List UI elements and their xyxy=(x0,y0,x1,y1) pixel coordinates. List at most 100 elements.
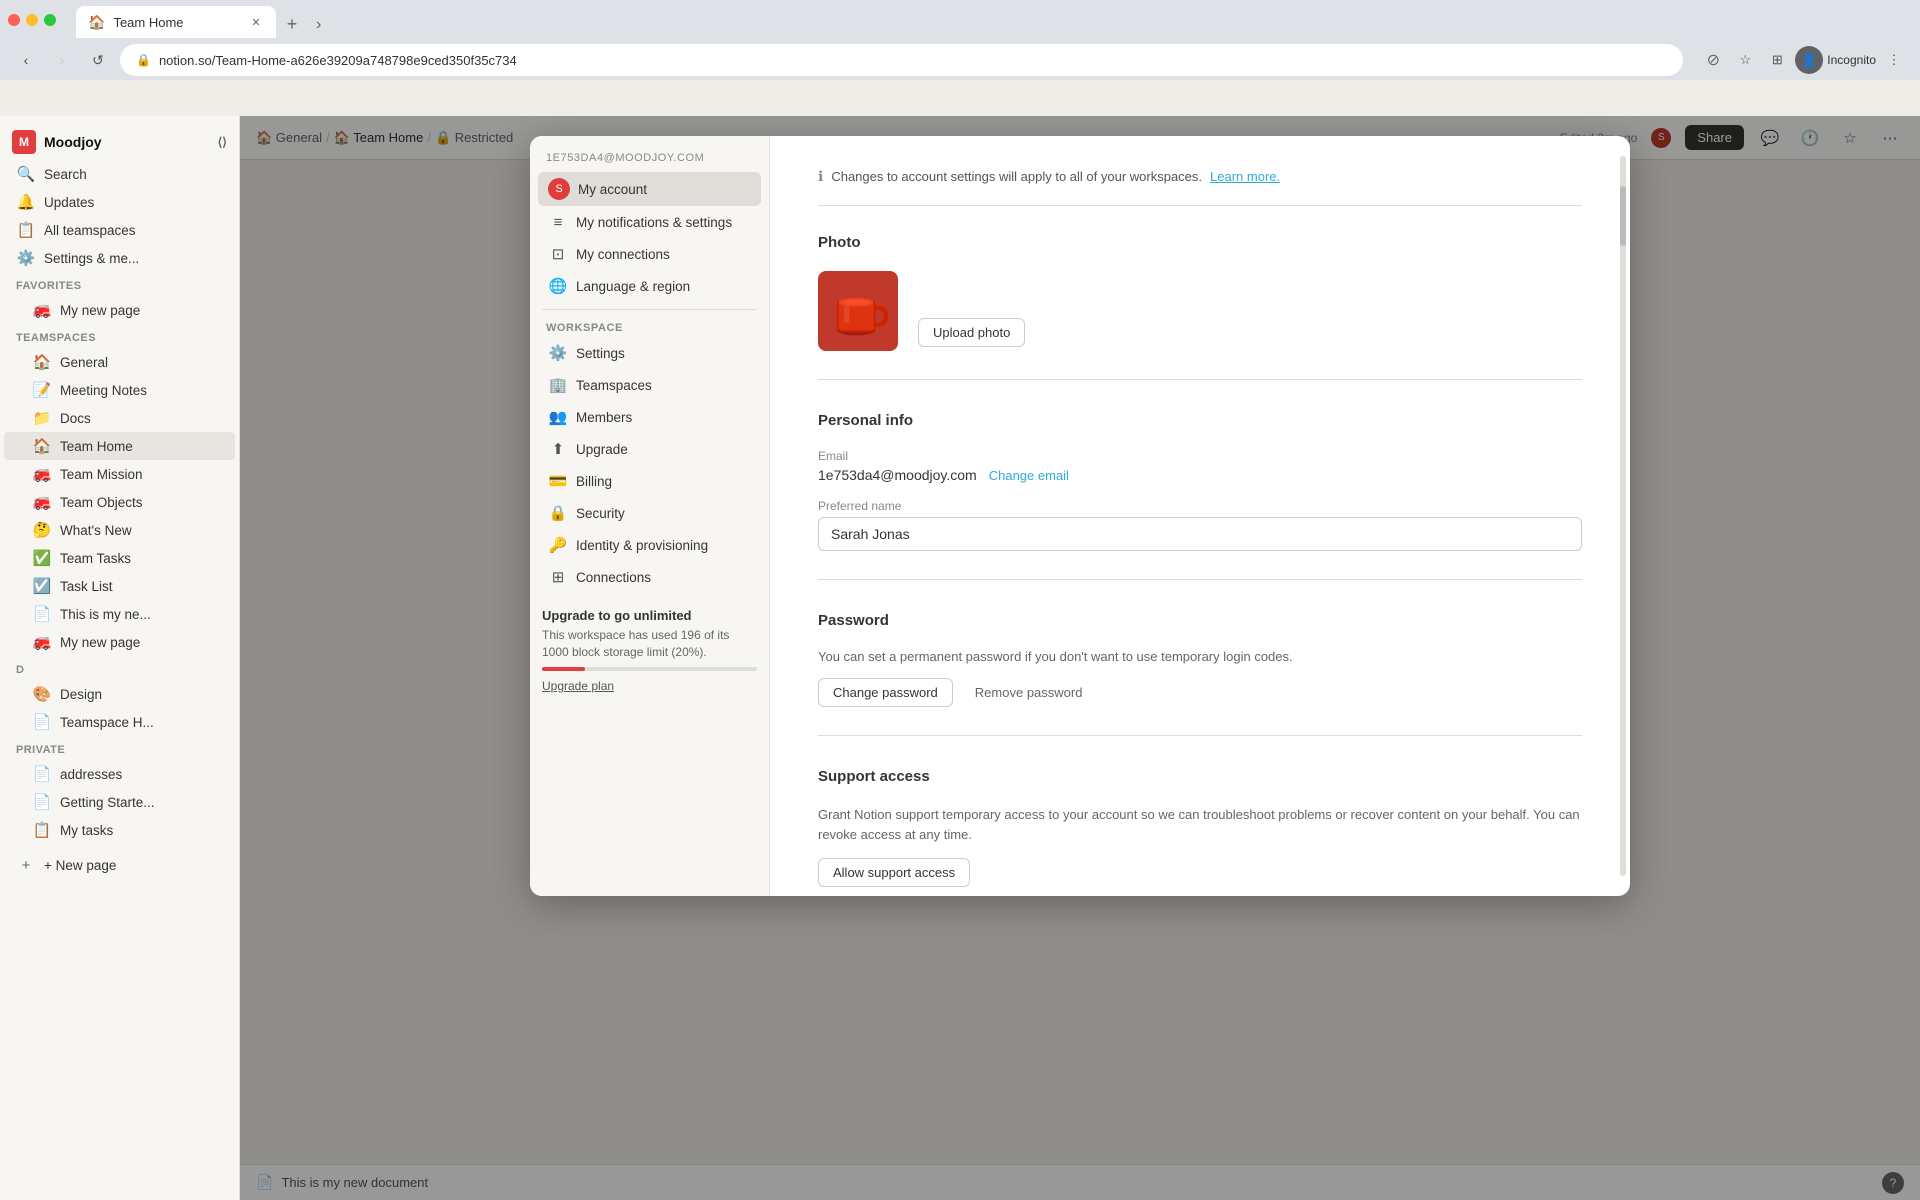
tab-bar: 🏠 Team Home ✕ + › xyxy=(68,2,337,38)
settings-nav-connections[interactable]: ⊡ My connections xyxy=(538,239,761,269)
more-menu-button[interactable]: ⋮ xyxy=(1880,46,1908,74)
email-value-row: 1e753da4@moodjoy.com Change email xyxy=(818,467,1582,483)
tab-close-button[interactable]: ✕ xyxy=(248,14,264,30)
allow-support-access-button[interactable]: Allow support access xyxy=(818,858,970,887)
minimize-button[interactable] xyxy=(26,14,38,26)
remove-password-button[interactable]: Remove password xyxy=(961,678,1097,707)
getting-started-label: Getting Starte... xyxy=(60,795,155,810)
forward-button[interactable]: › xyxy=(48,46,76,74)
sidebar-item-team-objects[interactable]: 🚒 Team Objects xyxy=(4,488,235,516)
sidebar-item-all-teamspaces[interactable]: 📋 All teamspaces xyxy=(4,216,235,244)
team-home-label: Team Home xyxy=(60,439,133,454)
search-icon: 🔍 xyxy=(16,165,36,183)
settings-nav-identity[interactable]: 🔑 Identity & provisioning xyxy=(538,530,761,560)
change-email-link[interactable]: Change email xyxy=(989,468,1069,483)
modal-overlay: 1E753DA4@MOODJOY.COM S My account ≡ My n… xyxy=(240,116,1920,1200)
settings-nav-workspace-settings[interactable]: ⚙️ Settings xyxy=(538,338,761,368)
active-tab[interactable]: 🏠 Team Home ✕ xyxy=(76,6,276,38)
address-input[interactable]: 🔒 notion.so/Team-Home-a626e39209a748798e… xyxy=(120,44,1683,76)
sidebar-item-my-tasks[interactable]: 📋 My tasks xyxy=(4,816,235,844)
email-value: 1e753da4@moodjoy.com xyxy=(818,467,977,483)
sidebar-item-my-new-page[interactable]: 🚒 My new page xyxy=(4,296,235,324)
learn-more-link[interactable]: Learn more. xyxy=(1210,169,1280,184)
getting-started-icon: 📄 xyxy=(32,793,52,811)
tab-extend-button[interactable]: › xyxy=(308,12,329,38)
back-button[interactable]: ‹ xyxy=(12,46,40,74)
sidebar-item-search[interactable]: 🔍 Search xyxy=(4,160,235,188)
browser-extension-icon[interactable]: ⊞ xyxy=(1763,46,1791,74)
scrollbar-track[interactable] xyxy=(1620,156,1626,876)
sidebar-item-whats-new[interactable]: 🤔 What's New xyxy=(4,516,235,544)
sidebar-item-meeting-notes[interactable]: 📝 Meeting Notes xyxy=(4,376,235,404)
workspace-switcher[interactable]: M Moodjoy ⟨⟩ xyxy=(0,124,239,160)
settings-sidebar: 1E753DA4@MOODJOY.COM S My account ≡ My n… xyxy=(530,136,770,896)
content-area: 🏠 General / 🏠 Team Home / 🔒 Restricted E… xyxy=(240,116,1920,1200)
settings-nav-teamspaces[interactable]: 🏢 Teamspaces xyxy=(538,370,761,400)
traffic-lights xyxy=(8,14,56,26)
sidebar-item-team-tasks[interactable]: ✅ Team Tasks xyxy=(4,544,235,572)
private-label: Private xyxy=(0,736,239,760)
sidebar-item-settings[interactable]: ⚙️ Settings & me... xyxy=(4,244,235,272)
settings-icon: ⚙️ xyxy=(16,249,36,267)
settings-nav-members[interactable]: 👥 Members xyxy=(538,402,761,432)
my-new-page2-label: My new page xyxy=(60,635,140,650)
settings-nav-my-account[interactable]: S My account xyxy=(538,172,761,206)
profile-button[interactable]: 👤 xyxy=(1795,46,1823,74)
sidebar-item-teamspace-home[interactable]: 📄 Teamspace H... xyxy=(4,708,235,736)
account-avatar-icon: S xyxy=(548,178,570,200)
preferred-name-input[interactable] xyxy=(818,517,1582,551)
whats-new-icon: 🤔 xyxy=(32,521,52,539)
new-tab-button[interactable]: + xyxy=(278,10,306,38)
settings-nav-security[interactable]: 🔒 Security xyxy=(538,498,761,528)
general-icon: 🏠 xyxy=(32,353,52,371)
sidebar-item-updates[interactable]: 🔔 Updates xyxy=(4,188,235,216)
teamspaces-icon: 📋 xyxy=(16,221,36,239)
personal-info-section: Personal info Email 1e753da4@moodjoy.com… xyxy=(818,412,1582,580)
upload-photo-button[interactable]: Upload photo xyxy=(918,318,1025,347)
close-button[interactable] xyxy=(8,14,20,26)
new-page-label: + New page xyxy=(44,858,116,873)
mug-image xyxy=(823,276,893,346)
maximize-button[interactable] xyxy=(44,14,56,26)
settings-nav-workspace-connections[interactable]: ⊞ Connections xyxy=(538,562,761,592)
billing-icon: 💳 xyxy=(548,472,568,490)
password-title: Password xyxy=(818,612,1582,629)
settings-content: ℹ Changes to account settings will apply… xyxy=(770,136,1630,896)
settings-nav-notifications[interactable]: ≡ My notifications & settings xyxy=(538,208,761,237)
sidebar-item-getting-started[interactable]: 📄 Getting Starte... xyxy=(4,788,235,816)
sidebar-item-addresses[interactable]: 📄 addresses xyxy=(4,760,235,788)
sidebar-item-docs[interactable]: 📁 Docs xyxy=(4,404,235,432)
settings-nav-billing[interactable]: 💳 Billing xyxy=(538,466,761,496)
team-home-icon: 🏠 xyxy=(32,437,52,455)
general-label: General xyxy=(60,355,108,370)
change-password-button[interactable]: Change password xyxy=(818,678,953,707)
settings-nav-upgrade[interactable]: ⬆ Upgrade xyxy=(538,434,761,464)
task-list-label: Task List xyxy=(60,579,113,594)
sidebar-item-task-list[interactable]: ☑️ Task List xyxy=(4,572,235,600)
preferred-name-label: Preferred name xyxy=(818,499,1582,513)
teamspace-home-label: Teamspace H... xyxy=(60,715,154,730)
sidebar-item-general[interactable]: 🏠 General xyxy=(4,348,235,376)
sidebar-item-my-new-page2[interactable]: 🚒 My new page xyxy=(4,628,235,656)
team-tasks-icon: ✅ xyxy=(32,549,52,567)
workspace-connections-label: Connections xyxy=(576,570,651,585)
sidebar-item-team-mission[interactable]: 🚒 Team Mission xyxy=(4,460,235,488)
language-icon: 🌐 xyxy=(548,277,568,295)
notifications-icon: ≡ xyxy=(548,214,568,231)
info-banner: ℹ Changes to account settings will apply… xyxy=(818,168,1582,206)
upgrade-section-title: Upgrade to go unlimited xyxy=(542,608,757,623)
new-page-button[interactable]: + + New page xyxy=(4,852,235,879)
sidebar-item-design[interactable]: 🎨 Design xyxy=(4,680,235,708)
sidebar-item-team-home[interactable]: 🏠 Team Home xyxy=(4,432,235,460)
sidebar-item-this-is-my-new[interactable]: 📄 This is my ne... xyxy=(4,600,235,628)
upgrade-plan-link[interactable]: Upgrade plan xyxy=(542,679,614,693)
favorites-label: Favorites xyxy=(0,272,239,296)
reload-button[interactable]: ↺ xyxy=(84,46,112,74)
scrollbar-thumb[interactable] xyxy=(1620,186,1626,246)
collapse-icon[interactable]: ⟨⟩ xyxy=(218,135,227,149)
user-avatar xyxy=(818,271,898,351)
camera-off-icon[interactable]: ⊘ xyxy=(1699,46,1727,74)
addresses-label: addresses xyxy=(60,767,122,782)
settings-nav-language[interactable]: 🌐 Language & region xyxy=(538,271,761,301)
star-icon[interactable]: ☆ xyxy=(1731,46,1759,74)
